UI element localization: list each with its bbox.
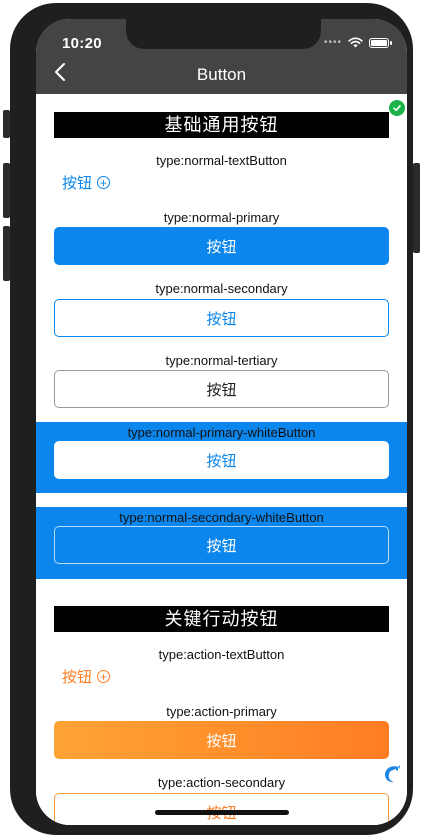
volume-up-button <box>3 163 10 218</box>
type-label-normal-secondary-white: type:normal-secondary-whiteButton <box>119 510 324 525</box>
status-icons: •••• <box>323 37 392 48</box>
signal-dots-icon: •••• <box>323 37 342 48</box>
check-circle-icon <box>389 100 405 116</box>
mute-switch <box>3 110 10 138</box>
plus-circle-icon: + <box>97 176 111 189</box>
type-label-normal-tertiary: type:normal-tertiary <box>165 353 278 368</box>
normal-tertiary-button-label: 按钮 <box>206 381 237 399</box>
home-indicator <box>155 810 289 815</box>
secondary-white-band: type:normal-secondary-whiteButton 按钮 <box>36 507 407 579</box>
notch <box>126 19 321 49</box>
section-title-normal: 基础通用按钮 <box>54 112 389 138</box>
type-label-normal-primary: type:normal-primary <box>163 210 280 225</box>
plus-circle-icon: + <box>97 670 111 683</box>
dolphin-logo-icon[interactable] <box>381 763 403 785</box>
device-frame: 10:20 •••• Button 基础通用按钮 type:normal-tex… <box>10 3 413 835</box>
action-text-button-label: 按钮 <box>62 669 93 686</box>
normal-primary-button-label: 按钮 <box>206 238 237 256</box>
action-secondary-button[interactable]: 按钮 <box>54 793 389 825</box>
normal-secondary-button[interactable]: 按钮 <box>54 299 389 337</box>
type-label-action-secondary: type:action-secondary <box>157 775 286 790</box>
section-title-action: 关键行动按钮 <box>54 606 389 632</box>
content: 基础通用按钮 type:normal-textButton 按钮 + type:… <box>36 94 407 825</box>
primary-white-band: type:normal-primary-whiteButton 按钮 <box>36 422 407 493</box>
normal-secondary-button-label: 按钮 <box>206 310 237 328</box>
wifi-icon <box>348 37 363 48</box>
type-label-normal-secondary: type:normal-secondary <box>155 281 288 296</box>
status-time: 10:20 <box>62 35 102 52</box>
type-label-action-primary: type:action-primary <box>166 704 277 719</box>
battery-icon <box>369 37 392 48</box>
normal-secondary-white-button[interactable]: 按钮 <box>54 526 389 564</box>
normal-primary-button[interactable]: 按钮 <box>54 227 389 265</box>
normal-text-button-label: 按钮 <box>62 175 93 192</box>
normal-primary-white-button[interactable]: 按钮 <box>54 441 389 479</box>
type-label-normal-primary-white: type:normal-primary-whiteButton <box>127 425 316 440</box>
type-label-action-textbutton: type:action-textButton <box>158 647 285 662</box>
normal-secondary-white-button-label: 按钮 <box>206 537 237 555</box>
nav-title: Button <box>196 65 247 84</box>
action-primary-button-label: 按钮 <box>206 732 237 750</box>
normal-primary-white-button-label: 按钮 <box>206 452 237 470</box>
action-primary-button[interactable]: 按钮 <box>54 721 389 759</box>
screen: 10:20 •••• Button 基础通用按钮 type:normal-tex… <box>36 19 407 825</box>
volume-down-button <box>3 226 10 281</box>
normal-tertiary-button[interactable]: 按钮 <box>54 370 389 408</box>
type-label-normal-textbutton: type:normal-textButton <box>156 153 287 168</box>
power-button <box>413 163 420 253</box>
normal-text-button[interactable]: 按钮 + <box>62 172 111 193</box>
action-text-button[interactable]: 按钮 + <box>62 666 111 687</box>
